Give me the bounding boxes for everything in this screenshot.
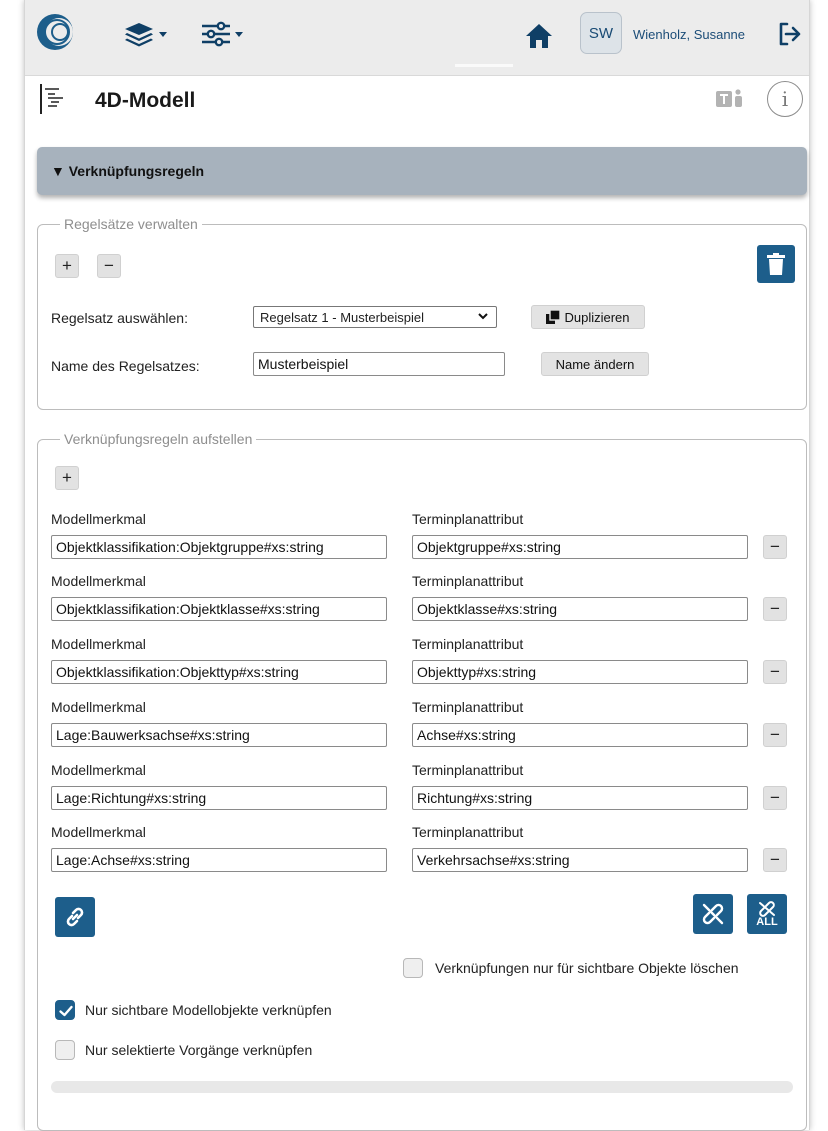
remove-rule-button[interactable]: −: [763, 597, 787, 621]
tree-structure-icon: [40, 84, 63, 114]
rule-row: Modellmerkmal Terminplanattribut Lage:Ba…: [25, 699, 828, 761]
schedule-attribute-header: Terminplanattribut: [412, 699, 524, 715]
ruleset-select[interactable]: Regelsatz 1 - Musterbeispiel: [253, 306, 497, 328]
remove-rule-button[interactable]: −: [763, 535, 787, 559]
layers-dropdown[interactable]: [123, 20, 167, 48]
ruleset-select-value: Regelsatz 1 - Musterbeispiel: [260, 309, 425, 325]
rule-row: Modellmerkmal Terminplanattribut Objektk…: [25, 573, 828, 635]
sliders-icon: [202, 21, 230, 47]
delete-visible-only-label: Verknüpfungen nur für sichtbare Objekte …: [435, 960, 739, 976]
title-bar: 4D-Modell i: [25, 76, 809, 140]
add-ruleset-button[interactable]: +: [55, 254, 79, 278]
ruleset-select-label: Regelsatz auswählen:: [51, 310, 188, 326]
teams-icon[interactable]: [715, 87, 749, 111]
copy-icon: [546, 310, 561, 324]
model-attribute-field[interactable]: Objektklassifikation:Objektklasse#xs:str…: [51, 597, 387, 621]
unlink-all-button[interactable]: ALL: [747, 894, 787, 934]
model-attribute-field[interactable]: Objektklassifikation:Objektgruppe#xs:str…: [51, 535, 387, 559]
ruleset-name-field[interactable]: Musterbeispiel: [253, 352, 505, 376]
remove-rule-button[interactable]: −: [763, 848, 787, 872]
rule-row: Modellmerkmal Terminplanattribut Objektk…: [25, 511, 828, 573]
chevron-down-icon: [159, 31, 167, 37]
duplicate-label: Duplizieren: [564, 309, 630, 325]
ruleset-name-label: Name des Regelsatzes:: [51, 358, 200, 374]
chevron-down-icon: [235, 31, 243, 37]
schedule-attribute-header: Terminplanattribut: [412, 573, 524, 589]
ruleset-management-legend: Regelsätze verwalten: [64, 216, 198, 232]
schedule-attribute-field[interactable]: Verkehrsachse#xs:string: [412, 848, 748, 872]
model-attribute-field[interactable]: Lage:Achse#xs:string: [51, 848, 387, 872]
rule-row: Modellmerkmal Terminplanattribut Lage:Ri…: [25, 762, 828, 824]
unlink-all-icon: [759, 900, 775, 917]
model-attribute-header: Modellmerkmal: [51, 762, 146, 778]
duplicate-button[interactable]: Duplizieren: [531, 305, 645, 329]
link-icon: [66, 907, 84, 927]
delete-ruleset-button[interactable]: [757, 245, 795, 283]
schedule-attribute-header: Terminplanattribut: [412, 511, 524, 527]
model-attribute-field[interactable]: Objektklassifikation:Objekttyp#xs:string: [51, 660, 387, 684]
side-panel: SW Wienholz, Susanne 4D-Modell i ▼ Verkn…: [24, 0, 810, 1131]
link-selected-only-checkbox[interactable]: [55, 1040, 75, 1060]
schedule-attribute-header: Terminplanattribut: [412, 824, 524, 840]
rule-row: Modellmerkmal Terminplanattribut Lage:Ac…: [25, 824, 828, 886]
model-attribute-header: Modellmerkmal: [51, 824, 146, 840]
remove-rule-button[interactable]: −: [763, 660, 787, 684]
trash-icon: [767, 253, 785, 275]
home-icon[interactable]: [525, 22, 553, 50]
active-tab-indicator: [455, 64, 513, 67]
link-button[interactable]: [55, 897, 95, 937]
model-attribute-field[interactable]: Lage:Richtung#xs:string: [51, 786, 387, 810]
schedule-attribute-field[interactable]: Objektgruppe#xs:string: [412, 535, 748, 559]
model-attribute-field[interactable]: Lage:Bauwerksachse#xs:string: [51, 723, 387, 747]
top-bar: SW Wienholz, Susanne: [25, 0, 809, 76]
add-rule-button[interactable]: +: [55, 466, 79, 490]
avatar[interactable]: SW: [580, 12, 622, 54]
model-attribute-header: Modellmerkmal: [51, 636, 146, 652]
unlink-icon: [702, 903, 724, 925]
delete-visible-only-checkbox[interactable]: [403, 958, 423, 978]
chevron-down-icon: [478, 313, 488, 320]
rule-row: Modellmerkmal Terminplanattribut Objektk…: [25, 636, 828, 698]
info-icon[interactable]: i: [767, 81, 803, 117]
remove-rule-button[interactable]: −: [763, 723, 787, 747]
schedule-attribute-field[interactable]: Achse#xs:string: [412, 723, 748, 747]
settings-dropdown[interactable]: [201, 20, 243, 48]
unlink-all-label: ALL: [756, 915, 778, 928]
schedule-attribute-field[interactable]: Richtung#xs:string: [412, 786, 748, 810]
remove-rule-button[interactable]: −: [763, 786, 787, 810]
logout-icon[interactable]: [777, 21, 803, 47]
section-header-verknuepfungsregeln[interactable]: ▼ Verknüpfungsregeln: [37, 147, 807, 195]
link-selected-only-label: Nur selektierte Vorgänge verknüpfen: [85, 1042, 313, 1058]
model-attribute-header: Modellmerkmal: [51, 699, 146, 715]
model-attribute-header: Modellmerkmal: [51, 511, 146, 527]
rules-setup-legend: Verknüpfungsregeln aufstellen: [64, 431, 253, 447]
schedule-attribute-field[interactable]: Objekttyp#xs:string: [412, 660, 748, 684]
schedule-attribute-field[interactable]: Objektklasse#xs:string: [412, 597, 748, 621]
schedule-attribute-header: Terminplanattribut: [412, 636, 524, 652]
app-logo-icon[interactable]: [35, 12, 75, 52]
rename-button[interactable]: Name ändern: [541, 352, 649, 376]
model-attribute-header: Modellmerkmal: [51, 573, 146, 589]
link-visible-only-checkbox[interactable]: [55, 1000, 75, 1020]
checkmark-icon: [59, 1005, 73, 1017]
link-visible-only-label: Nur sichtbare Modellobjekte verknüpfen: [85, 1002, 332, 1018]
user-name[interactable]: Wienholz, Susanne: [633, 27, 745, 42]
unlink-button[interactable]: [693, 894, 733, 934]
schedule-attribute-header: Terminplanattribut: [412, 762, 524, 778]
layers-icon: [125, 23, 153, 47]
horizontal-scrollbar[interactable]: [51, 1081, 793, 1093]
remove-ruleset-button[interactable]: −: [97, 254, 121, 278]
page-title: 4D-Modell: [95, 89, 196, 112]
